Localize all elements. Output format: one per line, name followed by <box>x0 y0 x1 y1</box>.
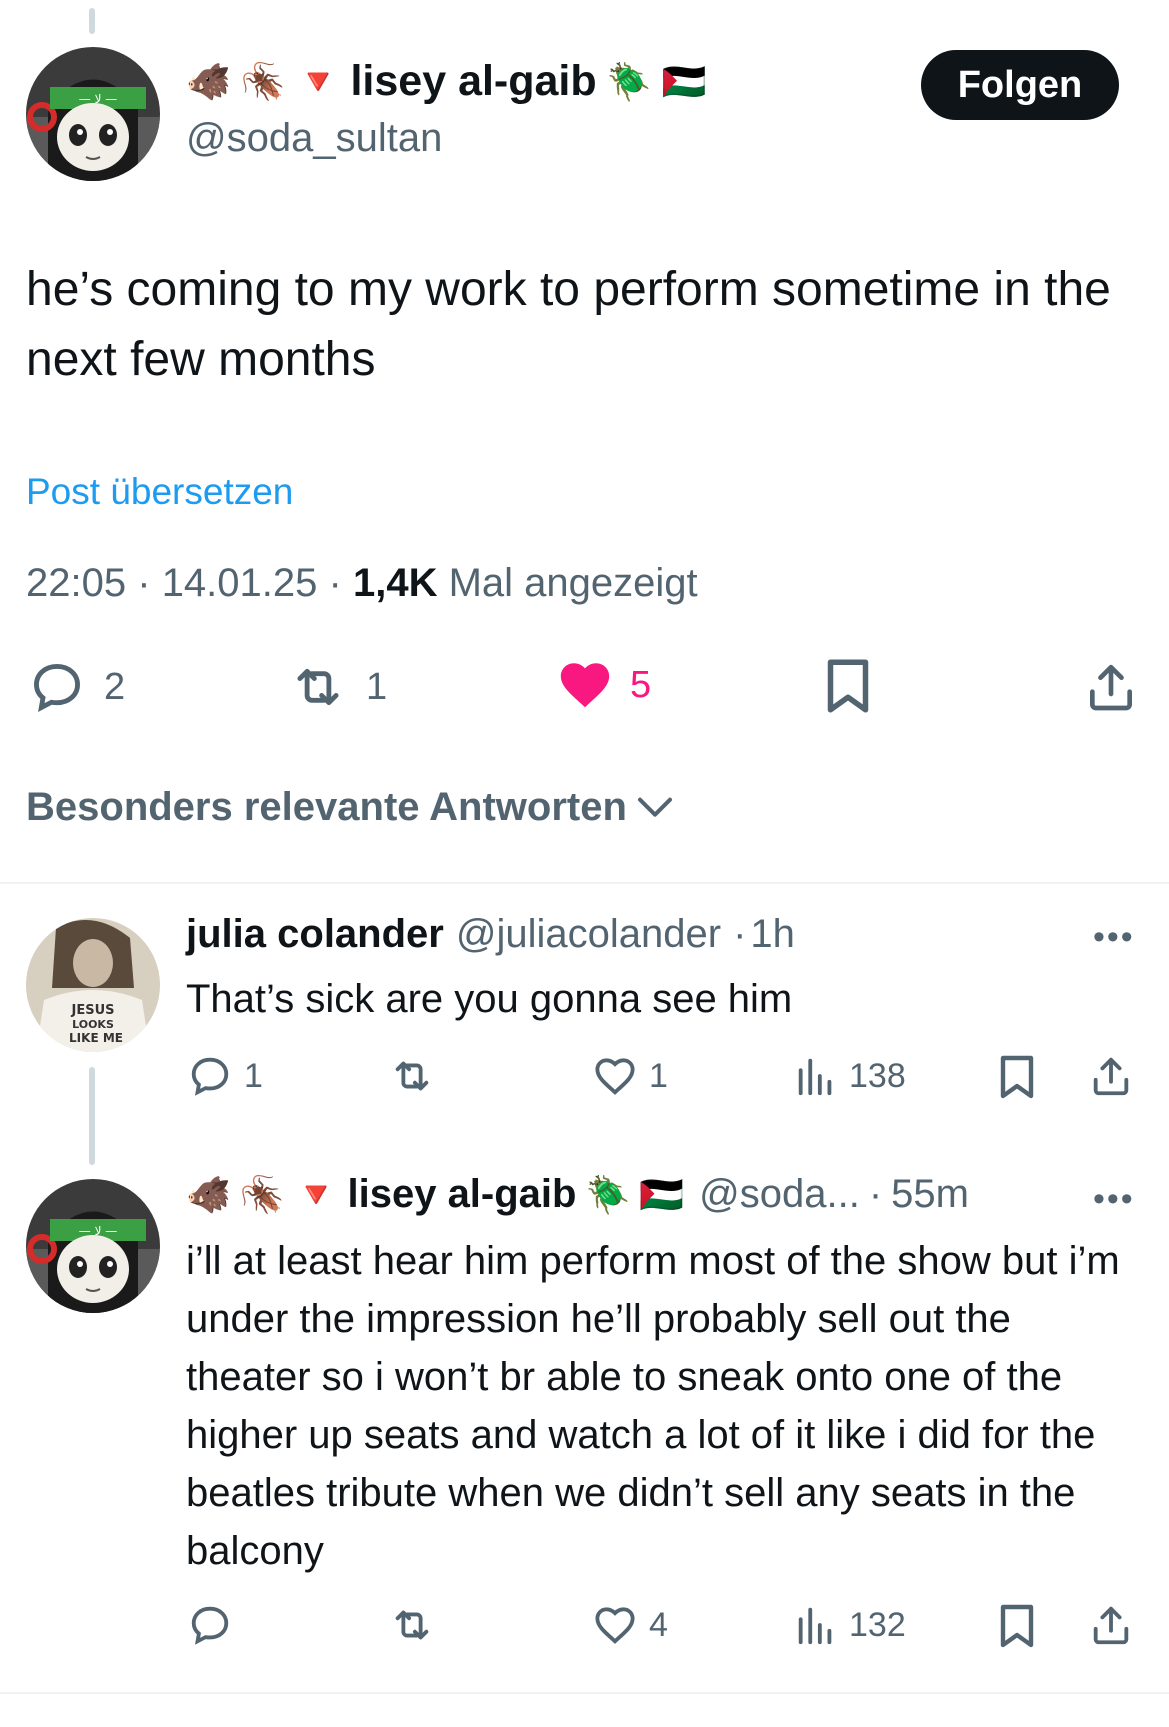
more-options-icon[interactable]: ••• <box>1093 1180 1135 1219</box>
reply-button[interactable] <box>186 1602 244 1648</box>
heart-outline-icon <box>595 1607 635 1644</box>
bookmark-icon <box>1000 1604 1034 1648</box>
thread-connector-top <box>89 8 95 34</box>
reply-icon <box>191 1606 229 1645</box>
heart-outline-icon <box>595 1058 635 1095</box>
avatar-image: JESUS LOOKS LIKE ME <box>26 918 160 1052</box>
views-label: Mal angezeigt <box>448 561 698 605</box>
palestine-flag-emoji-icon: 🇵🇸 <box>639 1174 685 1216</box>
repost-icon <box>297 668 339 706</box>
repost-button[interactable] <box>386 1602 448 1648</box>
reply-avatar[interactable]: — ﻻ — <box>26 1179 160 1313</box>
meta-separator: · <box>137 561 151 605</box>
author-handle[interactable]: @soda_sultan <box>186 116 442 161</box>
thread-connector <box>89 1067 95 1165</box>
author-display-name[interactable]: lisey al-gaib <box>350 57 596 106</box>
heart-filled-icon <box>560 663 610 708</box>
translate-post-link[interactable]: Post übersetzen <box>26 471 293 513</box>
analytics-icon <box>798 1058 832 1096</box>
reply-header: julia colander @juliacolander · 1h <box>186 912 795 957</box>
views-button[interactable]: 138 <box>793 1053 906 1099</box>
reply-button[interactable]: 2 <box>26 658 125 716</box>
reply-author-handle[interactable]: @juliacolander <box>456 912 721 957</box>
like-count: 4 <box>649 1605 668 1644</box>
bookmark-button[interactable] <box>822 656 874 716</box>
beetle-emoji-icon: 🪲 <box>606 61 652 103</box>
beetle-emoji-icon: 🪲 <box>585 1174 631 1216</box>
bottom-divider <box>0 1692 1169 1694</box>
bookmark-icon <box>1000 1055 1034 1099</box>
views-button[interactable]: 132 <box>793 1602 906 1648</box>
red-triangle-emoji-icon: 🔻 <box>293 1174 339 1216</box>
reply-author-name[interactable]: julia colander <box>186 912 444 957</box>
like-button[interactable]: 1 <box>591 1053 668 1099</box>
reply-sort-dropdown[interactable]: Besonders relevante Antworten <box>26 785 675 830</box>
repost-button[interactable]: 1 <box>286 658 387 716</box>
reply-button[interactable]: 1 <box>186 1053 263 1099</box>
share-button[interactable] <box>1083 658 1139 716</box>
reply-text: i’ll at least hear him perform most of t… <box>186 1239 1120 1573</box>
reply-sort-label: Besonders relevante Antworten <box>26 785 627 829</box>
post-text: he’s coming to my work to perform someti… <box>26 263 1111 386</box>
meta-separator: · <box>328 561 342 605</box>
like-count: 1 <box>649 1056 668 1095</box>
boar-emoji-icon: 🐗 <box>186 61 231 103</box>
reply-text: That’s sick are you gonna see him <box>186 977 793 1021</box>
repost-icon <box>395 1061 429 1091</box>
analytics-icon <box>798 1607 832 1645</box>
meta-separator: · <box>868 1172 883 1216</box>
author-avatar[interactable]: — ﻻ — <box>26 47 160 181</box>
boar-emoji-icon: 🐗 <box>186 1174 231 1216</box>
views-count: 132 <box>849 1605 906 1644</box>
reply-icon <box>191 1057 229 1096</box>
bookmark-button[interactable] <box>996 1602 1038 1650</box>
like-count: 5 <box>630 663 652 706</box>
meta-separator: · <box>733 912 747 956</box>
red-triangle-emoji-icon: 🔻 <box>295 61 341 103</box>
share-icon <box>1093 1606 1129 1645</box>
repost-button[interactable] <box>386 1053 448 1099</box>
reply-avatar[interactable]: JESUS LOOKS LIKE ME <box>26 918 160 1052</box>
avatar-image: — ﻻ — <box>26 1179 160 1313</box>
like-button[interactable]: 4 <box>591 1602 668 1648</box>
reply-icon <box>34 664 80 712</box>
reply-time[interactable]: 1h <box>750 912 795 957</box>
reply-count: 1 <box>244 1056 263 1095</box>
repost-count: 1 <box>366 665 388 708</box>
post-time[interactable]: 22:05 <box>26 561 126 605</box>
reply-count: 2 <box>104 665 126 708</box>
avatar-shirt-text-line-2: LOOKS <box>72 1018 114 1031</box>
section-divider <box>0 882 1169 884</box>
cockroach-emoji-icon: 🪳 <box>240 61 286 103</box>
chevron-down-icon <box>637 797 672 817</box>
reply-author-handle[interactable]: @soda... <box>699 1172 860 1217</box>
cockroach-emoji-icon: 🪳 <box>239 1174 285 1216</box>
avatar-shirt-text-line-1: JESUS <box>71 1003 115 1018</box>
reply-author-name[interactable]: lisey al-gaib <box>347 1172 576 1217</box>
avatar-shirt-text-line-3: LIKE ME <box>69 1031 123 1045</box>
like-button[interactable]: 5 <box>556 656 651 714</box>
share-button[interactable] <box>1088 1053 1134 1099</box>
post-date[interactable]: 14.01.25 <box>162 561 318 605</box>
share-button[interactable] <box>1088 1602 1134 1648</box>
repost-icon <box>395 1610 429 1640</box>
follow-button[interactable]: Folgen <box>921 50 1119 120</box>
palestine-flag-emoji-icon: 🇵🇸 <box>661 61 707 103</box>
more-options-icon[interactable]: ••• <box>1093 918 1135 957</box>
views-count: 138 <box>849 1056 906 1095</box>
post-meta: 22:05 · 14.01.25 · 1,4K Mal angezeigt <box>26 561 698 606</box>
reply-time[interactable]: 55m <box>891 1172 969 1217</box>
share-icon <box>1093 1057 1129 1096</box>
bookmark-icon <box>827 659 869 713</box>
author-name-row[interactable]: 🐗 🪳 🔻 lisey al-gaib 🪲 🇵🇸 <box>186 57 706 106</box>
bookmark-button[interactable] <box>996 1053 1038 1101</box>
avatar-image: — ﻻ — <box>26 47 160 181</box>
reply-header: 🐗 🪳 🔻 lisey al-gaib 🪲 🇵🇸 @soda... · 55m <box>186 1172 969 1217</box>
views-count: 1,4K <box>352 561 438 605</box>
share-icon <box>1090 664 1132 711</box>
